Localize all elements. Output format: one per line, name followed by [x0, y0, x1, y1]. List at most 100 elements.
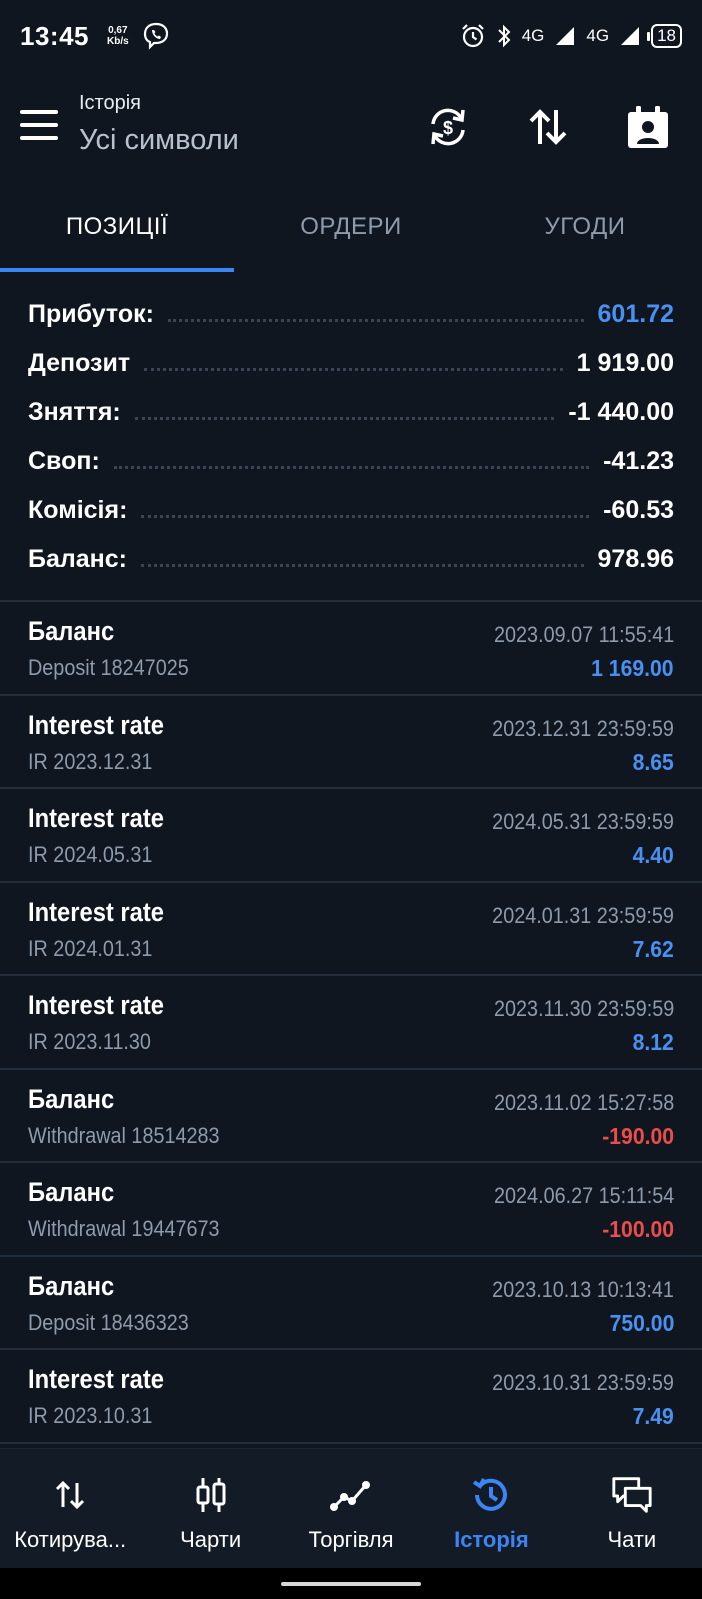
deal-time: 2023.11.02 15:27:58 [493, 1089, 674, 1115]
history-clock-icon [469, 1473, 513, 1517]
signal-icon [556, 27, 575, 45]
currency-exchange-icon[interactable]: $ [423, 102, 473, 152]
nav-charts[interactable]: Чарти [140, 1449, 280, 1568]
summary-label: Прибуток: [28, 300, 154, 328]
deal-comment: Deposit 18436323 [28, 1309, 189, 1335]
signal-icon-2 [621, 27, 640, 45]
chat-bubbles-icon [610, 1473, 654, 1517]
nav-label: Чати [607, 1527, 657, 1552]
history-tabs: ПОЗИЦІЇ ОРДЕРИ УГОДИ [0, 182, 702, 272]
list-item[interactable]: Interest rate IR 2023.10.31 2023.10.31 2… [0, 1350, 702, 1444]
tab-orders[interactable]: ОРДЕРИ [234, 182, 468, 272]
deal-time: 2023.10.31 23:59:59 [492, 1370, 674, 1395]
deal-amount: -190.00 [602, 1122, 674, 1149]
list-item[interactable]: Interest rate IR 2024.05.31 2024.05.31 2… [0, 789, 702, 883]
dotted-leader [141, 515, 590, 518]
deal-comment: Deposit 18247025 [28, 655, 189, 680]
system-gesture-bar [0, 1568, 702, 1599]
deal-comment: IR 2023.10.31 [28, 1403, 153, 1428]
deal-amount: 8.65 [632, 748, 674, 775]
nav-trade[interactable]: Торгівля [281, 1449, 421, 1568]
list-item[interactable]: Баланс Withdrawal 18514283 2023.11.02 15… [0, 1070, 702, 1163]
deal-time: 2023.11.30 23:59:59 [493, 996, 674, 1021]
deal-amount: 1 169.00 [591, 655, 674, 681]
summary-label: Зняття: [28, 398, 121, 426]
dotted-leader [141, 564, 584, 567]
bottom-navigation: Котирува... Чарти Торгівля Історія Чати [0, 1448, 702, 1568]
deal-time: 2024.06.27 15:11:54 [493, 1183, 674, 1208]
symbol-selector[interactable]: Усі символи [79, 124, 239, 157]
menu-icon[interactable] [20, 110, 58, 140]
deal-amount: 8.12 [632, 1029, 674, 1055]
dotted-leader [134, 417, 555, 420]
deal-type: Баланс [28, 616, 115, 646]
deal-time: 2023.09.07 11:55:41 [493, 622, 674, 647]
summary-label: Депозит [28, 349, 131, 377]
deal-type: Interest rate [28, 990, 165, 1020]
home-indicator[interactable] [281, 1582, 421, 1586]
summary-row-commission: Комісія: -60.53 [28, 486, 674, 535]
deal-comment: Withdrawal 18514283 [28, 1122, 220, 1148]
list-item[interactable]: Баланс Deposit 18247025 2023.09.07 11:55… [0, 602, 702, 696]
deal-comment: IR 2023.11.30 [28, 1029, 151, 1054]
dotted-leader [167, 319, 584, 322]
status-icons: 4G 4G 18 [460, 23, 682, 49]
nav-label: Торгівля [308, 1527, 394, 1552]
dotted-leader [113, 466, 590, 469]
summary-panel: Прибуток: 601.72 Депозит 1 919.00 Зняття… [0, 290, 702, 584]
deal-type: Баланс [28, 1083, 115, 1114]
calendar-user-icon[interactable] [623, 102, 673, 152]
network-type-1: 4G [521, 26, 545, 45]
deal-comment: IR 2024.05.31 [28, 842, 153, 867]
list-item[interactable]: Interest rate IR 2023.12.31 2023.12.31 2… [0, 696, 702, 789]
summary-row-swap: Своп: -41.23 [28, 437, 674, 486]
list-item[interactable]: Баланс Deposit 18436323 2023.10.13 10:13… [0, 1257, 702, 1350]
deal-amount: -100.00 [602, 1216, 674, 1242]
viber-icon [143, 22, 168, 50]
summary-label: Своп: [28, 447, 100, 475]
list-item[interactable]: Interest rate IR 2024.01.31 2024.01.31 2… [0, 883, 702, 976]
sort-arrows-icon[interactable] [523, 102, 573, 152]
deal-time: 2023.12.31 23:59:59 [492, 715, 674, 741]
deal-type: Баланс [28, 1177, 115, 1207]
nav-label: Котирува... [14, 1527, 127, 1552]
summary-value: 601.72 [597, 300, 674, 328]
deal-amount: 4.40 [632, 842, 674, 868]
deal-amount: 750.00 [609, 1309, 674, 1336]
tab-deals[interactable]: УГОДИ [468, 182, 702, 272]
status-bar: 13:45 0,67 Kb/s 4G 4G 18 [0, 0, 702, 72]
trade-line-icon [329, 1473, 373, 1517]
tab-positions[interactable]: ПОЗИЦІЇ [0, 182, 234, 272]
page-title: Історія [79, 92, 142, 114]
candlestick-chart-icon [189, 1473, 233, 1517]
summary-row-withdrawal: Зняття: -1 440.00 [28, 388, 674, 437]
summary-value: -60.53 [603, 496, 674, 524]
summary-value: 1 919.00 [576, 349, 674, 377]
network-speed: 0,67 Kb/s [107, 25, 129, 47]
deal-type: Interest rate [28, 896, 165, 927]
summary-value: -41.23 [603, 447, 674, 475]
list-item[interactable]: Interest rate IR 2023.11.30 2023.11.30 2… [0, 976, 702, 1070]
bluetooth-icon [497, 24, 511, 48]
deal-comment: Withdrawal 19447673 [28, 1216, 220, 1241]
deal-type: Interest rate [28, 803, 165, 833]
list-item[interactable]: Баланс Withdrawal 19447673 2024.06.27 15… [0, 1163, 702, 1257]
nav-chats[interactable]: Чати [562, 1449, 702, 1568]
quotes-arrows-icon [48, 1473, 92, 1517]
summary-label: Комісія: [28, 496, 128, 524]
deal-comment: IR 2024.01.31 [28, 935, 153, 961]
dotted-leader [144, 368, 563, 371]
app-header: Історія Усі символи $ [0, 72, 702, 182]
summary-row-deposit: Депозит 1 919.00 [28, 339, 674, 388]
battery-indicator: 18 [647, 24, 682, 48]
summary-label: Баланс: [28, 545, 127, 573]
nav-history[interactable]: Історія [421, 1449, 561, 1568]
deal-amount: 7.62 [632, 935, 674, 962]
deal-amount: 7.49 [632, 1403, 674, 1429]
deal-time: 2024.01.31 23:59:59 [492, 902, 674, 928]
alarm-icon [461, 24, 484, 48]
deals-list: Баланс Deposit 18247025 2023.09.07 11:55… [0, 602, 702, 1444]
status-time: 13:45 [20, 20, 89, 51]
nav-label: Чарти [180, 1527, 242, 1552]
nav-quotes[interactable]: Котирува... [0, 1449, 140, 1568]
